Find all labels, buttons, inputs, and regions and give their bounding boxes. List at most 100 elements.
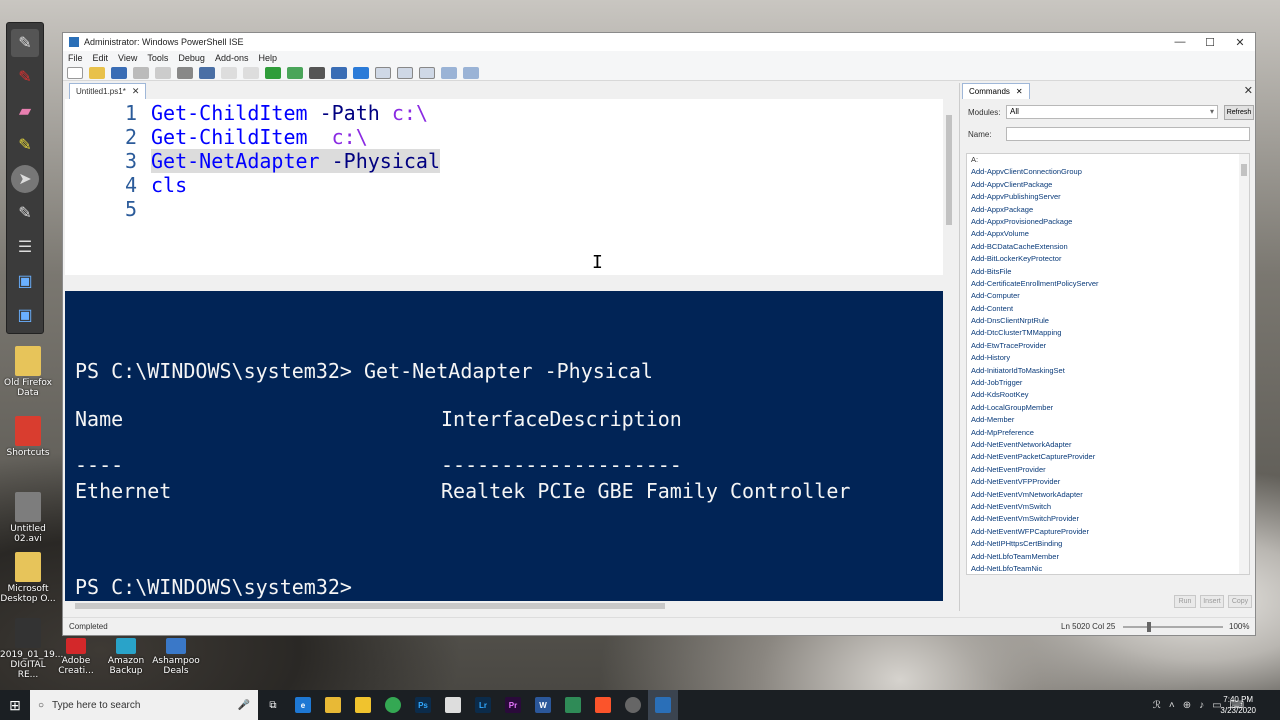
chevron-up-icon[interactable]: ˄: [1169, 700, 1175, 711]
command-list-item[interactable]: Add-AppxProvisionedPackage: [967, 216, 1249, 228]
zoom-slider[interactable]: [1123, 622, 1223, 632]
command-list-item[interactable]: Add-DtcClusterTMMapping: [967, 327, 1249, 339]
command-list-item[interactable]: Add-CertificateEnrollmentPolicyServer: [967, 278, 1249, 290]
run-script-icon[interactable]: [265, 66, 281, 79]
word-icon[interactable]: W: [528, 690, 558, 720]
editor-scrollbar[interactable]: [943, 99, 955, 275]
command-list-item[interactable]: A:: [967, 154, 1249, 166]
command-list-item[interactable]: Add-AppvClientPackage: [967, 179, 1249, 191]
command-list-item[interactable]: Add-BitsFile: [967, 266, 1249, 278]
command-list-item[interactable]: Add-JobTrigger: [967, 377, 1249, 389]
command-list-item[interactable]: Add-NetEventVmSwitch: [967, 501, 1249, 513]
edge-icon[interactable]: e: [288, 690, 318, 720]
copy-icon[interactable]: [155, 66, 171, 79]
insert-button[interactable]: Insert: [1200, 595, 1224, 608]
cut-icon[interactable]: [133, 66, 149, 79]
script-editor[interactable]: 1 Get-ChildItem -Path c:\ 2 Get-ChildItem c…: [65, 99, 943, 275]
clear-console-icon[interactable]: [199, 66, 215, 79]
premiere-icon[interactable]: Pr: [498, 690, 528, 720]
command-list-item[interactable]: Add-NetEventVFPProvider: [967, 476, 1249, 488]
command-list-item[interactable]: Add-NetEventVmSwitchProvider: [967, 513, 1249, 525]
menu-edit[interactable]: Edit: [93, 53, 109, 63]
menu-tools[interactable]: Tools: [147, 53, 168, 63]
screen-capture-icon[interactable]: ▣: [11, 267, 39, 295]
brave-icon[interactable]: [588, 690, 618, 720]
desktop-icon[interactable]: Untitled 02.avi: [0, 492, 56, 544]
eraser-icon[interactable]: ▰: [11, 97, 39, 125]
command-list-item[interactable]: Add-BCDataCacheExtension: [967, 241, 1249, 253]
command-list-item[interactable]: Add-NetEventProvider: [967, 464, 1249, 476]
photoshop-icon[interactable]: Ps: [408, 690, 438, 720]
console-horizontal-scrollbar[interactable]: [65, 601, 943, 611]
open-file-icon[interactable]: [89, 66, 105, 79]
maximize-icon[interactable]: ☐: [1195, 36, 1225, 49]
command-list-item[interactable]: Add-LocalGroupMember: [967, 402, 1249, 414]
scrollbar-thumb[interactable]: [75, 603, 665, 609]
app-circle-icon[interactable]: [618, 690, 648, 720]
lines-icon[interactable]: ☰: [11, 233, 39, 261]
menu-file[interactable]: File: [68, 53, 83, 63]
show-script-top-icon[interactable]: [375, 66, 391, 79]
run-button[interactable]: Run: [1174, 595, 1196, 608]
windows-start-icon[interactable]: ⊞: [0, 690, 30, 720]
show-script-max-icon[interactable]: [419, 66, 435, 79]
network-icon[interactable]: ⊕: [1183, 700, 1191, 711]
app-green-icon[interactable]: [558, 690, 588, 720]
run-selection-icon[interactable]: [287, 66, 303, 79]
scrollbar-thumb[interactable]: [946, 115, 952, 225]
close-tab-icon[interactable]: ✕: [1016, 87, 1023, 96]
command-list-item[interactable]: Add-NetEventNetworkAdapter: [967, 439, 1249, 451]
person-icon[interactable]: ℛ: [1153, 700, 1161, 711]
desktop-icon[interactable]: Amazon Backup: [98, 638, 154, 676]
command-list-item[interactable]: Add-AppvClientConnectionGroup: [967, 166, 1249, 178]
menu-debug[interactable]: Debug: [178, 53, 205, 63]
pen-tool-icon[interactable]: ✎: [11, 29, 39, 57]
tab-commands[interactable]: Commands ✕: [962, 83, 1030, 99]
desktop-icon[interactable]: Shortcuts: [0, 416, 56, 458]
command-list-item[interactable]: Add-AppxVolume: [967, 228, 1249, 240]
command-list-item[interactable]: Add-NetEventPacketCaptureProvider: [967, 451, 1249, 463]
console-pane[interactable]: PS C:\WINDOWS\system32> Get-NetAdapter -…: [65, 291, 943, 601]
pane-splitter[interactable]: [65, 277, 955, 289]
command-list-item[interactable]: Add-NetLbfoTeamMember: [967, 551, 1249, 563]
command-list-item[interactable]: Add-MpPreference: [967, 427, 1249, 439]
menu-addons[interactable]: Add-ons: [215, 53, 249, 63]
stop-icon[interactable]: [309, 66, 325, 79]
command-list-item[interactable]: Add-Member: [967, 414, 1249, 426]
record-icon[interactable]: ▣: [11, 301, 39, 329]
command-list-item[interactable]: Add-BitLockerKeyProtector: [967, 253, 1249, 265]
scrollbar-thumb[interactable]: [1241, 164, 1247, 176]
chrome-icon[interactable]: [378, 690, 408, 720]
lightroom-icon[interactable]: Lr: [468, 690, 498, 720]
close-tab-icon[interactable]: ✕: [132, 86, 140, 97]
paste-icon[interactable]: [177, 66, 193, 79]
command-list-item[interactable]: Add-NetIPHttpsCertBinding: [967, 538, 1249, 550]
command-list-item[interactable]: Add-NetLbfoTeamNic: [967, 563, 1249, 574]
pointer-icon[interactable]: ➤: [11, 165, 39, 193]
command-list-item[interactable]: Add-EtwTraceProvider: [967, 340, 1249, 352]
desktop-icon[interactable]: Microsoft Desktop O...: [0, 552, 56, 604]
command-list-item[interactable]: Add-NetEventWFPCaptureProvider: [967, 526, 1249, 538]
refresh-button[interactable]: Refresh: [1224, 105, 1254, 120]
command-list-item[interactable]: Add-Computer: [967, 290, 1249, 302]
volume-icon[interactable]: ♪: [1199, 700, 1204, 711]
save-icon[interactable]: [111, 66, 127, 79]
command-list-item[interactable]: Add-AppxPackage: [967, 204, 1249, 216]
taskbar-search[interactable]: ○ Type here to search 🎤: [30, 690, 258, 720]
powershell-ise-taskbar-icon[interactable]: [648, 690, 678, 720]
close-icon[interactable]: ✕: [1225, 36, 1255, 49]
command-list-scrollbar[interactable]: [1239, 154, 1249, 574]
store-icon[interactable]: [348, 690, 378, 720]
show-script-right-icon[interactable]: [397, 66, 413, 79]
command-list-item[interactable]: Add-KdsRootKey: [967, 389, 1249, 401]
command-list-item[interactable]: Add-History: [967, 352, 1249, 364]
zoom-slider-thumb[interactable]: [1147, 622, 1151, 632]
desktop-icon[interactable]: Old Firefox Data: [0, 346, 56, 398]
command-list-item[interactable]: Add-NetEventVmNetworkAdapter: [967, 489, 1249, 501]
minimize-icon[interactable]: —: [1165, 36, 1195, 48]
task-view-icon[interactable]: ⧉: [258, 690, 288, 720]
menu-view[interactable]: View: [118, 53, 137, 63]
file-explorer-icon[interactable]: [318, 690, 348, 720]
command-list-item[interactable]: Add-AppvPublishingServer: [967, 191, 1249, 203]
command-list-item[interactable]: Add-DnsClientNrptRule: [967, 315, 1249, 327]
